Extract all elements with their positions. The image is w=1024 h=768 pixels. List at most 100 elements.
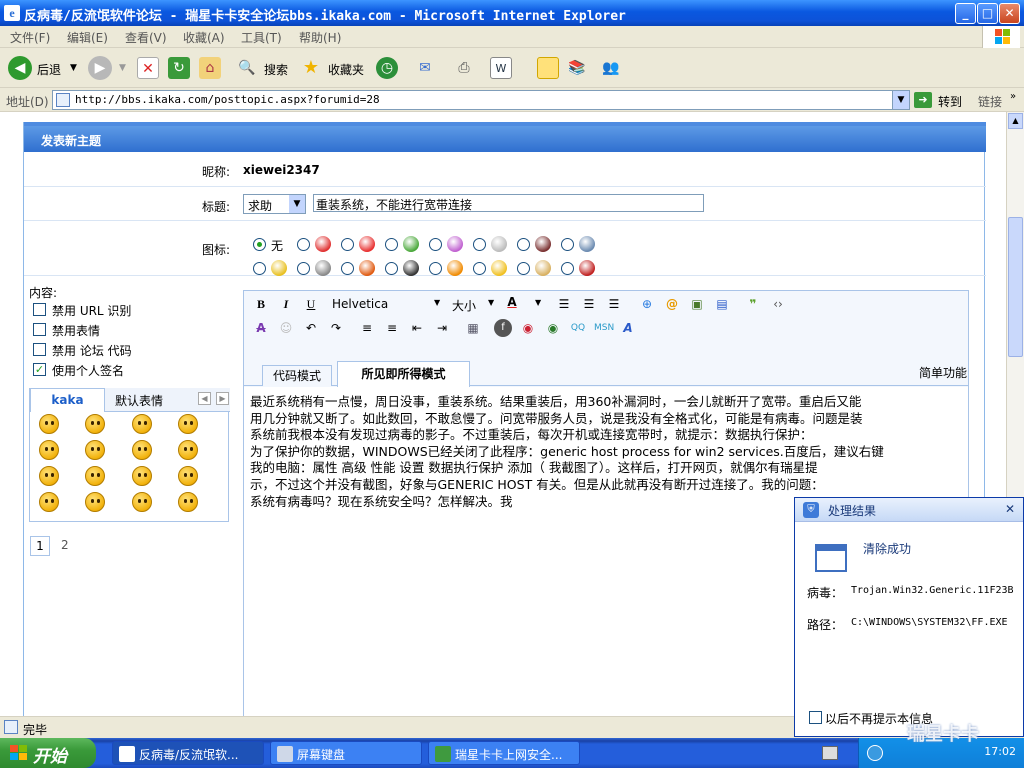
back-button[interactable]: ◀ 后退 ▼ <box>8 56 80 80</box>
size-select[interactable]: 大小 ▼ <box>450 295 500 313</box>
page-1-link[interactable]: 1 <box>30 536 50 556</box>
dont-show-checkbox[interactable] <box>809 711 822 724</box>
smiley-icon[interactable] <box>132 492 152 512</box>
task-osk[interactable]: 屏幕键盘 <box>270 741 422 765</box>
messenger-button[interactable]: 👥 <box>600 57 622 79</box>
minimize-button[interactable]: _ <box>955 3 976 24</box>
search-button[interactable]: 🔍 搜索 <box>236 56 296 80</box>
menu-view[interactable]: 查看(V) <box>125 29 167 46</box>
simple-function-link[interactable]: 简单功能 <box>919 364 967 381</box>
wmp-button[interactable]: ◉ <box>544 319 562 337</box>
image-button[interactable]: ▣ <box>688 295 706 313</box>
icon-radio[interactable] <box>297 238 310 251</box>
smiley-icon[interactable] <box>85 414 105 434</box>
italic-button[interactable]: I <box>277 295 295 313</box>
edit-word-button[interactable]: W <box>490 57 512 79</box>
icon-radio[interactable] <box>341 262 354 275</box>
maximize-button[interactable]: □ <box>977 3 998 24</box>
smiley-icon[interactable] <box>178 492 198 512</box>
category-dropdown-icon[interactable]: ▼ <box>289 195 305 213</box>
forward-dropdown-icon[interactable]: ▼ <box>119 63 126 73</box>
icon-radio[interactable] <box>341 238 354 251</box>
smiley-icon[interactable] <box>178 414 198 434</box>
go-button[interactable]: 转到 <box>938 93 962 110</box>
menu-file[interactable]: 文件(F) <box>10 29 50 46</box>
smiley-icon[interactable] <box>132 466 152 486</box>
smiley-icon[interactable] <box>39 492 59 512</box>
forward-button[interactable]: ▶ ▼ <box>88 56 128 80</box>
font-color-button[interactable]: A <box>503 293 521 311</box>
title-bar[interactable]: e 反病毒/反流氓软件论坛 - 瑞星卡卡安全论坛bbs.ikaka.com - … <box>0 0 1024 26</box>
history-button[interactable]: ◷ <box>376 57 398 79</box>
font-select[interactable]: Helvetica ▼ <box>330 295 445 313</box>
icon-radio[interactable] <box>517 238 530 251</box>
smiley-icon[interactable] <box>85 440 105 460</box>
icon-radio[interactable] <box>253 238 266 251</box>
bold-button[interactable]: B <box>252 295 270 313</box>
option-checkbox[interactable]: ✓ <box>33 363 46 376</box>
page-2-link[interactable]: 2 <box>61 538 69 552</box>
option-checkbox[interactable] <box>33 303 46 316</box>
redo-button[interactable]: ↷ <box>327 319 345 337</box>
media-button[interactable]: ▤ <box>713 295 731 313</box>
emoticon-next-icon[interactable]: ▶ <box>216 392 229 405</box>
align-right-button[interactable]: ☰ <box>605 295 623 313</box>
icon-radio[interactable] <box>385 262 398 275</box>
icon-radio[interactable] <box>385 238 398 251</box>
stop-button[interactable]: ✕ <box>137 57 159 79</box>
smiley-button[interactable]: ☺ <box>277 319 295 337</box>
icon-radio[interactable] <box>561 262 574 275</box>
tab-code-mode[interactable]: 代码模式 <box>262 365 332 386</box>
scroll-thumb[interactable] <box>1008 217 1023 357</box>
icon-radio[interactable] <box>473 238 486 251</box>
smiley-icon[interactable] <box>132 440 152 460</box>
ordered-list-button[interactable]: ≡ <box>358 319 376 337</box>
back-dropdown-icon[interactable]: ▼ <box>70 63 77 73</box>
table-button[interactable]: ▦ <box>464 319 482 337</box>
option-checkbox[interactable] <box>33 343 46 356</box>
font-style-button[interactable]: A <box>619 319 637 337</box>
emoticon-tab-default[interactable]: 默认表情 <box>115 392 165 409</box>
smiley-icon[interactable] <box>132 414 152 434</box>
smiley-icon[interactable] <box>39 466 59 486</box>
msn-button[interactable]: MSN <box>594 319 614 337</box>
indent-button[interactable]: ⇥ <box>433 319 451 337</box>
smiley-icon[interactable] <box>39 440 59 460</box>
mail-button[interactable]: ✉ <box>414 57 436 79</box>
address-input[interactable]: http://bbs.ikaka.com/posttopic.aspx?foru… <box>52 90 910 110</box>
task-rising[interactable]: 瑞星卡卡上网安全... <box>428 741 580 765</box>
tray-icon[interactable] <box>867 745 883 761</box>
smiley-icon[interactable] <box>178 466 198 486</box>
email-button[interactable]: @ <box>663 295 681 313</box>
notes-button[interactable] <box>537 57 559 79</box>
research-button[interactable]: 📚 <box>566 57 588 79</box>
title-category-select[interactable]: 求助 ▼ <box>243 194 306 214</box>
tab-wysiwyg-mode[interactable]: 所见即所得模式 <box>337 361 470 387</box>
align-left-button[interactable]: ☰ <box>555 295 573 313</box>
icon-radio[interactable] <box>297 262 310 275</box>
link-button[interactable]: ⊕ <box>638 295 656 313</box>
undo-button[interactable]: ↶ <box>302 319 320 337</box>
task-ie[interactable]: 反病毒/反流氓软... <box>112 741 264 765</box>
icon-radio[interactable] <box>429 238 442 251</box>
address-url[interactable]: http://bbs.ikaka.com/posttopic.aspx?foru… <box>75 93 380 106</box>
flash-button[interactable]: f <box>494 319 512 337</box>
go-arrow-icon[interactable]: ➜ <box>914 92 932 108</box>
menu-tools[interactable]: 工具(T) <box>241 29 282 46</box>
icon-radio[interactable] <box>429 262 442 275</box>
close-button[interactable]: ✕ <box>999 3 1020 24</box>
menu-edit[interactable]: 编辑(E) <box>67 29 108 46</box>
links-chevron-icon[interactable]: » <box>1010 91 1016 102</box>
icon-radio[interactable] <box>517 262 530 275</box>
keyboard-tray-icon[interactable] <box>822 746 838 760</box>
icon-radio[interactable] <box>561 238 574 251</box>
home-button[interactable]: ⌂ <box>199 57 221 79</box>
outdent-button[interactable]: ⇤ <box>408 319 426 337</box>
underline-button[interactable]: U <box>302 295 320 313</box>
align-center-button[interactable]: ☰ <box>580 295 598 313</box>
favorites-button[interactable]: ★ 收藏夹 <box>300 56 372 80</box>
smiley-icon[interactable] <box>85 492 105 512</box>
print-button[interactable]: ⎙ <box>453 57 475 79</box>
font-color-dropdown-icon[interactable]: ▼ <box>535 298 541 307</box>
start-button[interactable]: 开始 <box>0 738 96 768</box>
